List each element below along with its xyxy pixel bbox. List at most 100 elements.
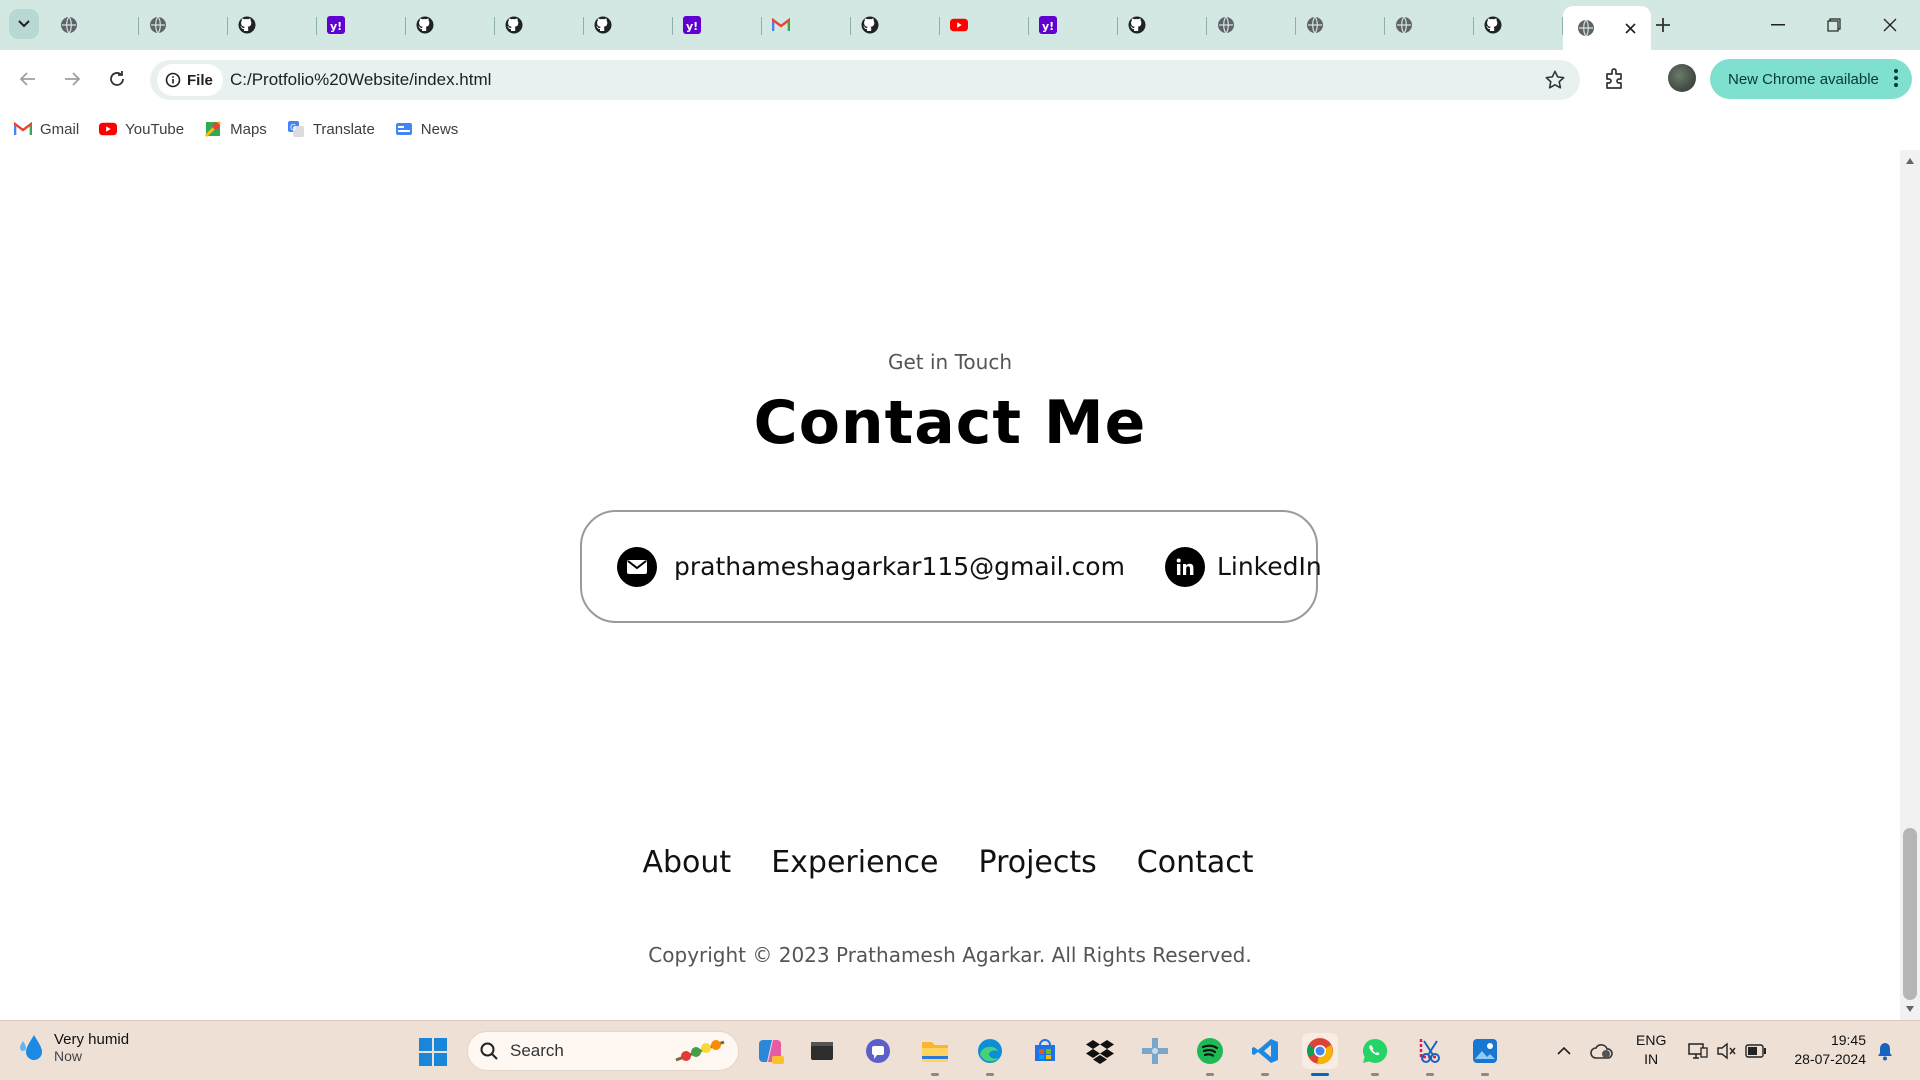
gamepad-icon[interactable] <box>1137 1033 1173 1069</box>
volume-muted-icon[interactable] <box>1714 1039 1738 1063</box>
section-subtitle: Get in Touch <box>888 350 1012 374</box>
teams-icon[interactable] <box>860 1033 896 1069</box>
svg-text:G: G <box>290 123 296 132</box>
spotify-icon[interactable] <box>1192 1033 1228 1076</box>
browser-tab[interactable]: Yello <box>139 6 228 312</box>
yahoo-icon: y! <box>327 16 345 34</box>
scrollbar-thumb[interactable] <box>1903 828 1917 1000</box>
new-tab-button[interactable] <box>1650 12 1676 38</box>
clock-date: 28-07-2024 <box>1794 1051 1866 1067</box>
browser-tab[interactable]: Calc <box>1385 6 1474 312</box>
whatsapp-icon[interactable] <box>1357 1033 1393 1076</box>
show-hidden-icons-button[interactable] <box>1552 1039 1576 1063</box>
running-indicator <box>1311 1073 1329 1076</box>
bookmark-gmail[interactable]: Gmail <box>14 120 79 138</box>
close-window-button[interactable] <box>1862 8 1918 42</box>
browser-tab[interactable]: y!githu <box>317 6 406 312</box>
browser-tab[interactable]: y!githu <box>1029 6 1118 312</box>
scheme-label: File <box>187 71 213 89</box>
dropbox-icon[interactable] <box>1082 1033 1118 1069</box>
language-indicator[interactable]: ENG IN <box>1636 1031 1666 1069</box>
snipping-tool-icon[interactable] <box>1412 1033 1448 1076</box>
humidity-droplet-icon <box>20 1034 42 1060</box>
minimize-button[interactable] <box>1750 8 1806 42</box>
battery-icon[interactable] <box>1744 1039 1768 1063</box>
translate-icon: G <box>287 120 305 138</box>
network-icon[interactable] <box>1686 1039 1710 1063</box>
photos-icon[interactable] <box>1467 1033 1503 1076</box>
terminal-icon[interactable] <box>804 1033 840 1069</box>
linkedin-link[interactable]: LinkedIn <box>1217 552 1322 581</box>
system-clock[interactable]: 19:45 28-07-2024 <box>1786 1031 1866 1069</box>
running-indicator <box>1426 1073 1434 1076</box>
browser-tab[interactable]: Prat <box>406 6 495 312</box>
minimize-icon <box>1771 24 1785 26</box>
linkedin-contact[interactable]: LinkedIn <box>1164 546 1322 587</box>
browser-tab[interactable]: y!mail <box>673 6 762 312</box>
globe-icon <box>1395 16 1413 34</box>
browser-tab[interactable]: [GitH <box>762 6 851 312</box>
forward-button[interactable] <box>56 63 88 95</box>
info-icon <box>165 72 181 88</box>
bookmark-maps[interactable]: Maps <box>204 120 267 138</box>
browser-tab[interactable]: (35) <box>940 6 1029 312</box>
globe-icon <box>1217 16 1235 34</box>
bookmark-star-icon[interactable] <box>1544 69 1566 91</box>
chrome-icon[interactable] <box>1302 1033 1338 1076</box>
page-scrollbar[interactable] <box>1900 150 1920 1020</box>
bookmark-label: Gmail <box>40 120 80 138</box>
taskbar-search[interactable]: Search <box>467 1031 739 1071</box>
browser-tab[interactable]: Code <box>228 6 317 312</box>
chevron-up-icon <box>1557 1047 1571 1055</box>
back-button[interactable] <box>12 63 44 95</box>
browser-tab[interactable]: Code <box>1474 6 1563 312</box>
chevron-down-icon <box>18 20 30 28</box>
weather-widget[interactable]: Very humid Now <box>18 1031 129 1064</box>
footer-link-contact[interactable]: Contact <box>1137 845 1254 880</box>
scroll-up-arrow[interactable] <box>1905 156 1915 166</box>
tab-search-button[interactable] <box>9 9 39 39</box>
vscode-icon[interactable] <box>1247 1033 1283 1076</box>
reload-icon <box>110 71 124 86</box>
address-bar[interactable]: File C:/Protfolio%20Website/index.html <box>150 60 1580 100</box>
restore-button[interactable] <box>1806 8 1862 42</box>
footer-link-about[interactable]: About <box>642 845 731 880</box>
edge-icon[interactable] <box>972 1033 1008 1076</box>
onedrive-tray-icon[interactable] <box>1590 1039 1614 1063</box>
browser-tab[interactable]: Uplo <box>1118 6 1207 312</box>
browser-tab[interactable]: Calc <box>1207 6 1296 312</box>
github-icon <box>861 16 879 34</box>
notifications-bell-icon[interactable] <box>1873 1039 1897 1063</box>
weather-condition: Very humid <box>54 1031 130 1048</box>
running-indicator <box>1206 1073 1214 1076</box>
active-browser-tab[interactable] <box>1563 6 1651 50</box>
browser-tab[interactable]: Pass <box>495 6 584 312</box>
browser-tab[interactable]: Forg <box>584 6 673 312</box>
file-explorer-icon[interactable] <box>917 1033 953 1076</box>
browser-tab[interactable]: GitH <box>851 6 940 312</box>
windows-start-icon[interactable] <box>418 1037 448 1067</box>
copyright-text: Copyright © 2023 Prathamesh Agarkar. All… <box>648 943 1252 967</box>
browser-tab[interactable]: Prat <box>50 6 139 312</box>
footer-link-experience[interactable]: Experience <box>771 845 938 880</box>
scroll-down-arrow[interactable] <box>1905 1004 1915 1014</box>
url-text[interactable]: C:/Protfolio%20Website/index.html <box>230 70 491 90</box>
svg-text:y!: y! <box>1042 20 1054 33</box>
bookmark-youtube[interactable]: YouTube <box>99 120 184 138</box>
bookmark-news[interactable]: News <box>395 120 458 138</box>
store-icon[interactable] <box>1027 1033 1063 1069</box>
restore-icon <box>1827 18 1841 32</box>
footer-link-projects[interactable]: Projects <box>979 845 1097 880</box>
reload-button[interactable] <box>101 63 133 95</box>
email-address[interactable]: prathameshagarkar115@gmail.com <box>674 552 1125 581</box>
extensions-icon[interactable] <box>1600 65 1628 93</box>
site-info-chip[interactable]: File <box>157 64 223 96</box>
bookmark-translate[interactable]: G Translate <box>287 120 375 138</box>
browser-tab[interactable]: Docu <box>1296 6 1385 312</box>
email-contact[interactable]: prathameshagarkar115@gmail.com <box>617 546 1125 587</box>
profile-avatar[interactable] <box>1668 64 1696 92</box>
new-chrome-available-button[interactable]: New Chrome available <box>1710 59 1912 99</box>
copilot-icon[interactable] <box>752 1033 788 1069</box>
gmail-icon <box>772 16 790 34</box>
tab-close-icon[interactable] <box>1621 19 1639 37</box>
